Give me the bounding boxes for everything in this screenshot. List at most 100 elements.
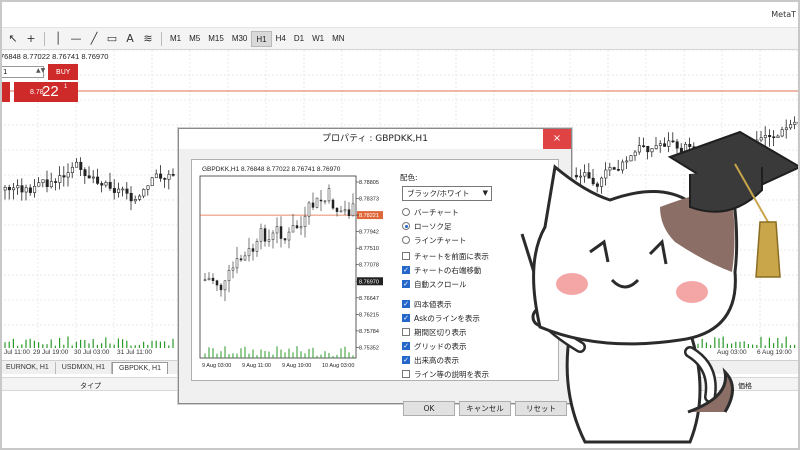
- price-label: 8.76215: [359, 312, 379, 318]
- checkbox-label: 四本値表示: [414, 300, 452, 309]
- preview-candle-body: [247, 248, 251, 257]
- preview-candle-body: [335, 207, 339, 212]
- time-label: 29 Jul 19:00: [33, 349, 69, 356]
- time-label: 31 Jul 11:00: [117, 349, 152, 356]
- candle-body: [28, 187, 32, 193]
- time-label: 30 Jul 03:00: [74, 349, 110, 356]
- preview-candle-body: [239, 258, 243, 261]
- checkbox-option[interactable]: [402, 328, 410, 336]
- preview-date-label: 9 Aug 03:00: [202, 363, 231, 369]
- buy-button[interactable]: BUY: [48, 64, 78, 80]
- preview-candle-body: [211, 277, 215, 281]
- timeframe-mn[interactable]: MN: [328, 31, 348, 47]
- sell-price-box[interactable]: [0, 82, 10, 102]
- radio-chart-type[interactable]: [402, 208, 410, 216]
- preview-candle-body: [251, 248, 255, 252]
- preview-candle-body: [255, 240, 259, 252]
- candle-body: [167, 173, 171, 180]
- candle-body: [150, 177, 154, 187]
- candle-body: [108, 181, 112, 189]
- color-scheme-label: 配色:: [400, 173, 418, 182]
- spin-arrows-icon[interactable]: ▲▼: [36, 67, 45, 74]
- timeframe-w1[interactable]: W1: [308, 31, 328, 47]
- preview-candle-body: [287, 231, 291, 241]
- timeframe-m5[interactable]: M5: [185, 31, 204, 47]
- column-type[interactable]: タイプ: [80, 381, 101, 391]
- checkbox-label: Askのラインを表示: [414, 314, 480, 323]
- buy-price-box[interactable]: 8.78 22 1: [14, 82, 78, 102]
- tab-eurnok[interactable]: EURNOK, H1: [0, 362, 56, 374]
- checkbox-option[interactable]: ✓: [402, 266, 410, 274]
- candle-body: [83, 169, 87, 177]
- checkbox-option[interactable]: ✓: [402, 280, 410, 288]
- price-label: 8.77942: [359, 230, 379, 236]
- checkbox-label: チャートの右端移動: [414, 266, 482, 275]
- timeframe-h1[interactable]: H1: [251, 30, 272, 47]
- crosshair-icon[interactable]: +: [22, 30, 40, 48]
- checkbox-option[interactable]: ✓: [402, 314, 410, 322]
- toolbar-divider: [161, 31, 162, 46]
- color-scheme-select[interactable]: ブラック/ホワイト ▼: [402, 186, 492, 201]
- tab-usdmxn[interactable]: USDMXN, H1: [56, 362, 112, 374]
- candle-body: [91, 176, 95, 179]
- radio-label: ローソク足: [414, 222, 452, 231]
- chevron-down-icon: ▼: [482, 189, 488, 197]
- cat-mascot-illustration: [520, 130, 800, 444]
- checkbox-label: ライン等の説明を表示: [414, 370, 489, 379]
- preview-date-label: 10 Aug 03:00: [322, 363, 354, 369]
- preview-candle-body: [351, 203, 355, 216]
- text-icon[interactable]: A: [121, 30, 139, 48]
- timeframe-h4[interactable]: H4: [272, 31, 290, 47]
- timeframe-m1[interactable]: M1: [166, 31, 185, 47]
- preview-info-text: GBPDKK,H1 8.76848 8.77022 8.76741 8.7697…: [202, 166, 341, 173]
- preview-candle-body: [291, 225, 295, 233]
- candle-body: [125, 188, 129, 194]
- preview-candle-body: [271, 232, 275, 240]
- checkbox-option[interactable]: [402, 252, 410, 260]
- preview-candle-body: [231, 267, 235, 271]
- checkbox-option[interactable]: [402, 370, 410, 378]
- radio-chart-type[interactable]: [402, 236, 410, 244]
- candle-body: [24, 187, 28, 193]
- timeframe-d1[interactable]: D1: [290, 31, 308, 47]
- candle-body: [133, 199, 137, 202]
- price-label: 8.76970: [359, 279, 379, 285]
- text-label-icon[interactable]: ▭: [103, 30, 121, 48]
- preview-candle-body: [227, 269, 231, 282]
- candle-body: [45, 179, 49, 188]
- radio-chart-type[interactable]: [402, 222, 410, 230]
- candle-body: [75, 161, 79, 168]
- price-label: 8.76647: [359, 296, 379, 302]
- price-label: 8.78373: [359, 197, 379, 203]
- checkbox-label: 自動スクロール: [414, 280, 467, 289]
- cursor-icon[interactable]: ↖: [4, 30, 22, 48]
- trendline-icon[interactable]: ╱: [85, 30, 103, 48]
- radio-label: ラインチャート: [414, 236, 467, 245]
- timeframe-m15[interactable]: M15: [204, 31, 228, 47]
- preview-candle-body: [295, 225, 299, 229]
- candle-body: [112, 188, 116, 193]
- ok-button[interactable]: OK: [403, 401, 455, 416]
- timeframe-m30[interactable]: M30: [228, 31, 252, 47]
- candle-body: [70, 166, 74, 173]
- price-label: 8.75784: [359, 329, 379, 335]
- preview-candle-body: [327, 188, 331, 202]
- candle-body: [96, 176, 100, 184]
- checkbox-option[interactable]: ✓: [402, 356, 410, 364]
- candle-body: [58, 175, 62, 183]
- preview-candle-body: [347, 209, 351, 216]
- candle-body: [159, 173, 163, 179]
- horizontal-line-icon[interactable]: —: [67, 30, 85, 48]
- checkbox-option[interactable]: ✓: [402, 342, 410, 350]
- candle-body: [16, 185, 20, 189]
- preview-candle-body: [311, 202, 315, 208]
- checkbox-option[interactable]: ✓: [402, 300, 410, 308]
- preview-candle-body: [283, 238, 287, 241]
- vertical-line-icon[interactable]: │: [49, 30, 67, 48]
- preview-candle-body: [303, 215, 307, 227]
- tab-gbpdkk[interactable]: GBPDKK, H1: [111, 362, 168, 374]
- app-title: MetaT: [771, 10, 796, 19]
- candle-body: [12, 187, 16, 191]
- preview-candle-body: [339, 210, 343, 213]
- fibonacci-icon[interactable]: ≋: [139, 30, 157, 48]
